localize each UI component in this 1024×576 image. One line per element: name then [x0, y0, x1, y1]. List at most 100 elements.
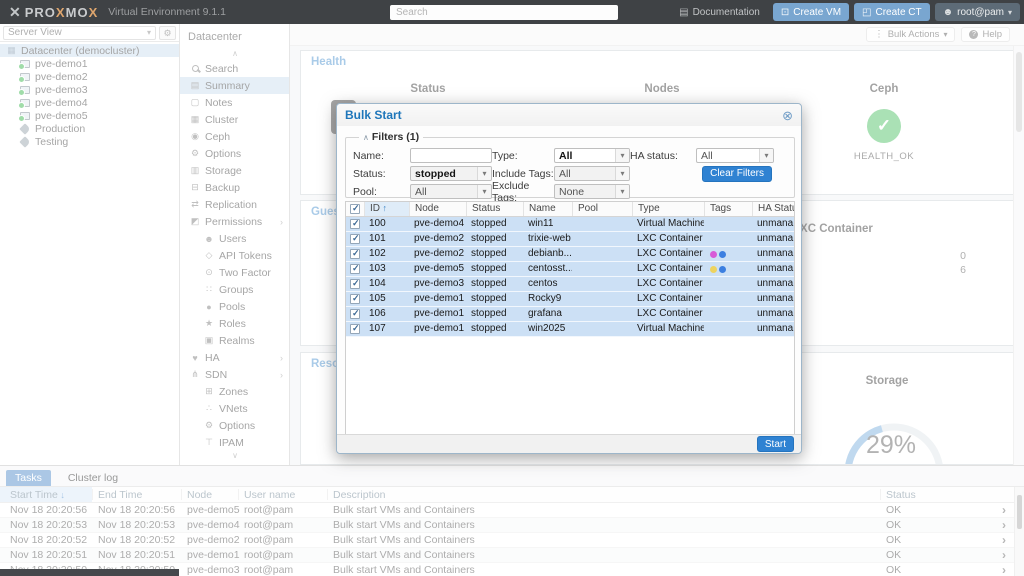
sidebar-item-storage[interactable]: ▥Storage [180, 162, 289, 179]
row-checkbox[interactable] [350, 309, 360, 319]
sidebar-item-groups[interactable]: ∷Groups [180, 281, 289, 298]
task-col-end-time[interactable]: End Time [98, 489, 142, 501]
grid-row-vm-105[interactable]: 105pve-demo1stoppedRocky9LXC Containerun… [346, 292, 794, 307]
documentation-button[interactable]: ▤ Documentation [671, 3, 768, 21]
bulk-actions-button[interactable]: ⋮ Bulk Actions ▾ [866, 27, 955, 42]
tree-item-pve-demo4[interactable]: pve-demo4 [0, 96, 179, 109]
grid-row-vm-107[interactable]: 107pve-demo1stoppedwin2025Virtual Machin… [346, 322, 794, 337]
sidebar-item-notes[interactable]: ▢Notes [180, 94, 289, 111]
grid-col-tags[interactable]: Tags [704, 202, 752, 216]
filter-combo-type[interactable]: All▾ [554, 148, 630, 163]
grid-col-id[interactable]: ID ↑ [364, 202, 409, 216]
grid-col-name[interactable]: Name [523, 202, 572, 216]
tree-item-pve-demo1[interactable]: pve-demo1 [0, 57, 179, 70]
tree-item-pve-demo5[interactable]: pve-demo5 [0, 109, 179, 122]
help-button[interactable]: ? Help [961, 27, 1010, 42]
tree-item-pve-demo2[interactable]: pve-demo2 [0, 70, 179, 83]
clear-filters-button[interactable]: Clear Filters [702, 166, 772, 182]
grid-row-vm-100[interactable]: 100pve-demo4stoppedwin11Virtual Machineu… [346, 217, 794, 232]
cell-pool [572, 247, 632, 261]
scroll-down-icon[interactable]: ∨ [180, 452, 290, 460]
select-all-checkbox[interactable] [350, 204, 360, 214]
sidebar-item-cluster[interactable]: ▦Cluster [180, 111, 289, 128]
task-col-status[interactable]: Status [886, 489, 916, 501]
sidebar-item-ipam[interactable]: ⊤IPAM [180, 434, 289, 451]
grid-row-vm-103[interactable]: 103pve-demo5stoppedcentosst...LXC Contai… [346, 262, 794, 277]
sidebar-item-pools[interactable]: ●Pools [180, 298, 289, 315]
row-checkbox[interactable] [350, 279, 360, 289]
create-vm-button[interactable]: ⊡ Create VM [773, 3, 849, 21]
main-scrollbar[interactable] [1013, 46, 1024, 465]
scroll-up-icon[interactable]: ∧ [180, 50, 290, 58]
tree-item-production[interactable]: Production [0, 122, 179, 135]
sidebar-item-two-factor[interactable]: ⊙Two Factor [180, 264, 289, 281]
task-col-user-name[interactable]: User name [244, 489, 295, 501]
filter-combo-pool[interactable]: All▾ [410, 184, 492, 199]
sidebar-item-search[interactable]: Search [180, 60, 289, 77]
task-col-start-time[interactable]: Start Time ↓ [10, 489, 65, 501]
task-col-node[interactable]: Node [187, 489, 212, 501]
cell-id: 101 [364, 232, 409, 246]
row-checkbox[interactable] [350, 249, 360, 259]
row-checkbox[interactable] [350, 234, 360, 244]
grid-row-vm-102[interactable]: 102pve-demo2stoppeddebianb...LXC Contain… [346, 247, 794, 262]
sidebar-item-options[interactable]: ⚙Options [180, 145, 289, 162]
filter-combo-include-tags[interactable]: All▾ [554, 166, 630, 181]
grid-row-vm-106[interactable]: 106pve-demo1stoppedgrafanaLXC Containeru… [346, 307, 794, 322]
row-checkbox[interactable] [350, 264, 360, 274]
tree-item-testing[interactable]: Testing [0, 135, 179, 148]
task-col-description[interactable]: Description [333, 489, 386, 501]
collapse-icon[interactable]: ∧ [363, 133, 369, 142]
close-icon[interactable]: ⊗ [782, 109, 793, 122]
tab-cluster-log[interactable]: Cluster log [59, 470, 127, 486]
sidebar-item-replication[interactable]: ⇄Replication [180, 196, 289, 213]
sidebar-item-backup[interactable]: ⊟Backup [180, 179, 289, 196]
task-row[interactable]: Nov 18 20:20:53Nov 18 20:20:53pve-demo4r… [0, 518, 1024, 533]
row-checkbox[interactable] [350, 324, 360, 334]
list-icon: ⋮ [874, 29, 884, 40]
tag-icon [19, 123, 30, 134]
sidebar-item-zones[interactable]: ⊞Zones [180, 383, 289, 400]
sidebar-item-roles[interactable]: ★Roles [180, 315, 289, 332]
sidebar-item-api-tokens[interactable]: ◇API Tokens [180, 247, 289, 264]
cell-id: 100 [364, 217, 409, 231]
grid-row-vm-101[interactable]: 101pve-demo2stoppedtrixie-webLXC Contain… [346, 232, 794, 247]
start-button[interactable]: Start [757, 436, 794, 452]
cell-tags [704, 307, 752, 321]
cell-name: debianb... [523, 247, 572, 261]
tree-item-pve-demo3[interactable]: pve-demo3 [0, 83, 179, 96]
global-search-input[interactable] [390, 5, 618, 20]
row-checkbox[interactable] [350, 219, 360, 229]
filter-combo-status[interactable]: stopped▾ [410, 166, 492, 181]
sidebar-item-ha[interactable]: ♥HA› [180, 349, 289, 366]
sidebar-item-vnets[interactable]: ∴VNets [180, 400, 289, 417]
user-menu-button[interactable]: ☻ root@pam ▾ [935, 3, 1020, 21]
task-row[interactable]: Nov 18 20:20:52Nov 18 20:20:52pve-demo2r… [0, 533, 1024, 548]
grid-row-vm-104[interactable]: 104pve-demo3stoppedcentosLXC Containerun… [346, 277, 794, 292]
sidebar-item-summary[interactable]: ▤Summary [180, 77, 289, 94]
grid-col-node[interactable]: Node [409, 202, 466, 216]
sidebar-item-options[interactable]: ⚙Options [180, 417, 289, 434]
create-ct-button[interactable]: ◰ Create CT [854, 3, 930, 21]
sidebar-item-permissions[interactable]: ◩Permissions› [180, 213, 289, 230]
task-row[interactable]: Nov 18 20:20:56Nov 18 20:20:56pve-demo5r… [0, 503, 1024, 518]
row-checkbox[interactable] [350, 294, 360, 304]
sidebar-item-users[interactable]: ☻Users [180, 230, 289, 247]
task-row[interactable]: Nov 18 20:20:51Nov 18 20:20:51pve-demo1r… [0, 548, 1024, 563]
grid-col-pool[interactable]: Pool [572, 202, 632, 216]
sidebar-item-ceph[interactable]: ◉Ceph [180, 128, 289, 145]
sidebar-item-realms[interactable]: ▣Realms [180, 332, 289, 349]
tab-tasks[interactable]: Tasks [6, 470, 51, 486]
tree-item-datacenter-democluster[interactable]: ▦Datacenter (democluster) [0, 44, 179, 57]
filter-combo-exclude-tags[interactable]: None▾ [554, 184, 630, 199]
grid-col-type[interactable]: Type [632, 202, 704, 216]
task-cell-start-time: Nov 18 20:20:56 [10, 504, 87, 516]
filter-combo-ha-status[interactable]: All▾ [696, 148, 774, 163]
task-scrollbar[interactable] [1014, 487, 1024, 576]
tree-settings-button[interactable]: ⚙ [159, 26, 176, 40]
filter-text-name[interactable] [410, 148, 492, 163]
grid-col-status[interactable]: Status [466, 202, 523, 216]
view-mode-select[interactable]: Server View ▾ [3, 26, 156, 40]
grid-col-ha-status[interactable]: HA Status [752, 202, 795, 216]
sidebar-item-sdn[interactable]: ⋔SDN› [180, 366, 289, 383]
